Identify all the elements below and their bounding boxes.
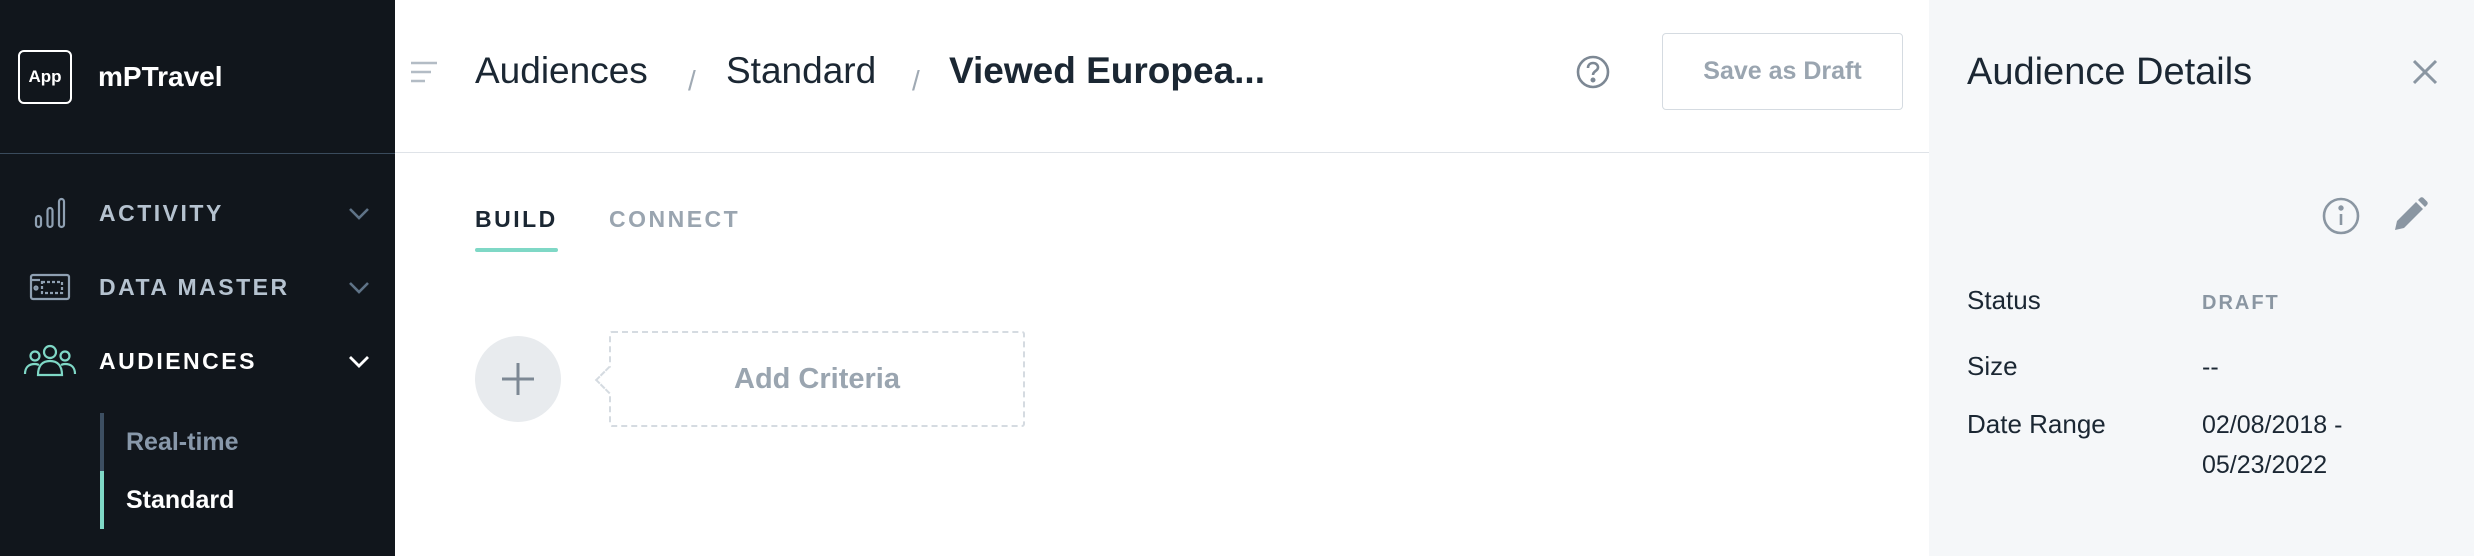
bar-chart-icon — [22, 193, 78, 233]
sidebar-item-label: AUDIENCES — [99, 347, 257, 374]
sub-item-indicator — [100, 413, 104, 471]
sidebar-subitem-real-time[interactable]: Real-time — [100, 413, 395, 471]
add-criteria-box[interactable]: Add Criteria — [594, 331, 1025, 427]
breadcrumb-standard[interactable]: Standard — [726, 48, 876, 94]
sidebar-subitem-label: Standard — [126, 485, 235, 514]
add-criteria-label: Add Criteria — [734, 362, 900, 395]
date-range-label: Date Range — [1967, 409, 2106, 439]
sidebar-item-activity[interactable]: ACTIVITY — [0, 183, 395, 243]
sidebar-item-label: ACTIVITY — [99, 199, 224, 226]
people-icon — [22, 341, 78, 381]
panel-title: Audience Details — [1967, 51, 2253, 93]
sidebar-item-audiences[interactable]: AUDIENCES — [0, 331, 395, 391]
chevron-down-icon[interactable] — [343, 273, 375, 301]
tab-build[interactable]: BUILD — [475, 206, 558, 256]
menu-icon[interactable] — [409, 58, 439, 86]
size-value: -- — [2202, 353, 2219, 381]
add-criteria-button[interactable] — [475, 336, 561, 422]
size-label: Size — [1967, 351, 2018, 381]
sidebar-item-label: DATA MASTER — [99, 273, 290, 300]
date-range-start: 02/08/2018 - — [2202, 411, 2343, 439]
tab-connect[interactable]: CONNECT — [609, 206, 740, 256]
app-logo[interactable]: App — [18, 49, 72, 104]
sidebar-subitem-standard[interactable]: Standard — [100, 471, 395, 529]
breadcrumb-separator: / — [912, 65, 920, 96]
sidebar-item-data-master[interactable]: DATA MASTER — [0, 257, 395, 317]
app-name: mPTravel — [98, 60, 223, 92]
breadcrumb-audiences[interactable]: Audiences — [475, 48, 648, 94]
status-badge: DRAFT — [2202, 292, 2280, 314]
breadcrumb-current: Viewed Europea... — [949, 50, 1265, 91]
chevron-down-icon[interactable] — [343, 199, 375, 227]
audience-details-panel: Audience Details Status DRAFT Size -- Da… — [1929, 0, 2474, 556]
data-master-icon — [22, 267, 78, 307]
plus-icon — [502, 363, 534, 395]
pencil-icon[interactable] — [2389, 196, 2429, 236]
breadcrumb-separator: / — [688, 65, 696, 96]
tab-label: BUILD — [475, 206, 558, 232]
tab-active-indicator — [475, 248, 558, 252]
chevron-down-icon[interactable] — [343, 347, 375, 375]
sub-item-indicator — [100, 471, 104, 529]
info-icon[interactable] — [2321, 196, 2361, 236]
sidebar-subitem-label: Real-time — [126, 427, 239, 456]
criteria-pointer — [594, 365, 624, 395]
save-as-draft-button[interactable]: Save as Draft — [1662, 33, 1903, 110]
brand: App mPTravel — [0, 0, 395, 154]
sidebar: App mPTravel ACTIVITY DATA MASTER AUDIEN… — [0, 0, 395, 556]
help-icon[interactable] — [1575, 54, 1611, 90]
status-label: Status — [1967, 285, 2041, 315]
close-icon[interactable] — [2409, 56, 2441, 88]
date-range-end: 05/23/2022 — [2202, 451, 2328, 479]
tab-label: CONNECT — [609, 206, 741, 232]
header: Audiences / Standard / Viewed Europea...… — [395, 0, 1929, 153]
